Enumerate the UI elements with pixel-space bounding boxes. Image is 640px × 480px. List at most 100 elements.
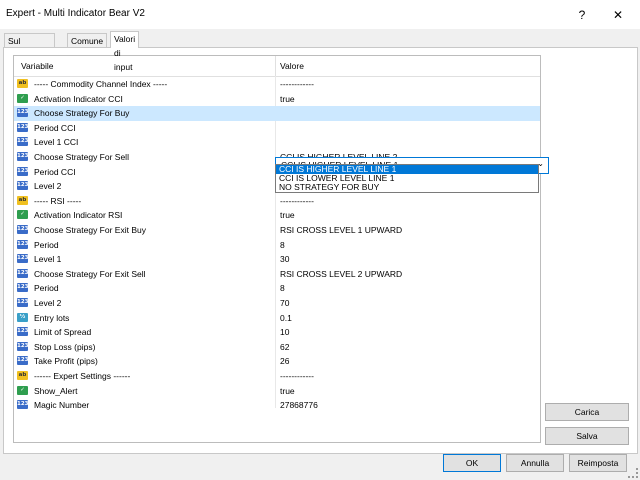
table-row[interactable]: 123 Choose Strategy For Exit Buy RSI CROSS… <box>14 223 540 238</box>
help-button[interactable]: ? <box>564 3 600 27</box>
parameter-name: Limit of Spread <box>34 327 92 338</box>
table-row[interactable]: 123 Level 1 CCI <box>14 135 540 150</box>
tab-inputs[interactable]: Valori di input <box>110 31 140 72</box>
parameter-name: Choose Strategy For Exit Buy <box>34 225 146 235</box>
parameter-name: Take Profit (pips) <box>34 356 98 367</box>
parameter-name: Level 2 <box>34 298 62 308</box>
save-button[interactable]: Salva <box>545 427 629 445</box>
table-row[interactable]: 123 Take Profit (pips) 26 <box>14 354 540 369</box>
parameter-value[interactable]: 8 <box>280 240 285 250</box>
parameter-value[interactable]: 10 <box>280 327 289 337</box>
parameter-value[interactable]: 70 <box>280 298 289 308</box>
parameter-value[interactable]: RSI CROSS LEVEL 1 UPWARD <box>280 225 402 235</box>
table-row[interactable]: ab ----- Commodity Channel Index ----- ---… <box>14 77 540 92</box>
integer-type-icon: 123 <box>17 225 29 234</box>
table-row[interactable]: ab ----- RSI ----- ------------ <box>14 194 540 209</box>
table-row[interactable]: 123 Level 2 70 <box>14 296 540 311</box>
table-row[interactable]: 123 Magic Number 27868776 <box>14 398 540 413</box>
string-type-icon: ab <box>17 371 28 380</box>
parameter-name: Period <box>34 239 59 250</box>
column-header-variable[interactable]: Variabile <box>21 61 53 71</box>
parameter-name: Show_Alert <box>34 385 78 396</box>
dropdown-option[interactable]: NO STRATEGY FOR BUY <box>276 183 538 192</box>
integer-type-icon: 123 <box>17 108 29 118</box>
integer-type-icon: 123 <box>17 166 29 176</box>
expert-dialog: Expert - Multi Indicator Bear V2 ? ✕ Sul… <box>0 0 640 480</box>
integer-type-icon: 123 <box>17 298 29 307</box>
table-header: Variabile Valore <box>14 56 540 77</box>
table-row[interactable]: ✓ Activation Indicator CCI true <box>14 92 540 107</box>
integer-type-icon: 123 <box>17 181 29 191</box>
integer-type-icon: 123 <box>17 356 29 366</box>
table-row[interactable]: 123 Choose Strategy For Exit Sell RSI CROS… <box>14 267 540 282</box>
table-row[interactable]: 123 Period CCI <box>14 121 540 136</box>
column-header-value[interactable]: Valore <box>280 61 304 71</box>
title-bar: Expert - Multi Indicator Bear V2 ? ✕ <box>0 0 640 29</box>
parameter-value[interactable]: 26 <box>280 356 289 366</box>
integer-type-icon: 123 <box>17 137 29 147</box>
parameter-name: Entry lots <box>34 312 70 323</box>
string-type-icon: ab <box>17 79 28 88</box>
parameter-name: ----- RSI ----- <box>34 195 82 206</box>
parameter-value[interactable]: 8 <box>280 283 285 293</box>
integer-type-icon: 123 <box>17 283 29 293</box>
load-button[interactable]: Carica <box>545 403 629 421</box>
parameter-name: ------ Expert Settings ------ <box>34 371 131 381</box>
table-row[interactable]: 123 Period 8 <box>14 281 540 296</box>
parameter-value[interactable]: RSI CROSS LEVEL 2 UPWARD <box>280 269 402 279</box>
parameter-name: Level 2 <box>34 181 62 192</box>
parameter-name: Level 1 <box>34 254 62 265</box>
reset-button[interactable]: Reimposta <box>569 454 627 472</box>
table-row[interactable]: ✓ Activation Indicator RSI true <box>14 208 540 223</box>
integer-type-icon: 123 <box>17 268 29 278</box>
integer-type-icon: 123 <box>17 327 29 337</box>
parameter-value[interactable]: 27868776 <box>280 400 318 410</box>
parameter-value[interactable]: 62 <box>280 342 289 352</box>
boolean-type-icon: ✓ <box>17 385 28 395</box>
parameter-value[interactable]: 30 <box>280 254 289 264</box>
table-row[interactable]: 123 Level 1 30 <box>14 252 540 267</box>
integer-type-icon: 123 <box>17 239 29 249</box>
cancel-button[interactable]: Annulla <box>506 454 564 472</box>
table-row[interactable]: 123 Choose Strategy For Buy <box>14 106 540 122</box>
parameter-value[interactable]: true <box>280 210 295 220</box>
column-divider[interactable] <box>275 56 276 76</box>
inputs-panel: Variabile Valore ab ----- Commodity Chann… <box>3 47 638 454</box>
strategy-dropdown-list: CCI IS HIGHER LEVEL LINE 1 CCI IS LOWER … <box>275 164 539 193</box>
table-row[interactable]: ✓ Show_Alert true <box>14 384 540 399</box>
parameter-name: Period CCI <box>34 122 76 133</box>
integer-type-icon: 123 <box>17 341 29 351</box>
resize-grip[interactable] <box>628 468 638 478</box>
table-row[interactable]: 123 Period 8 <box>14 238 540 253</box>
parameter-name: Period CCI <box>34 166 76 177</box>
parameter-name: ----- Commodity Channel Index ----- <box>34 79 168 89</box>
parameter-value[interactable]: true <box>280 94 295 104</box>
double-type-icon: ½ <box>17 312 28 322</box>
ok-button[interactable]: OK <box>443 454 501 472</box>
parameters-table[interactable]: Variabile Valore ab ----- Commodity Chann… <box>13 55 549 443</box>
table-row[interactable]: 123 Limit of Spread 10 <box>14 325 540 340</box>
parameter-value[interactable]: ------------ <box>280 371 314 381</box>
parameter-name: Choose Strategy For Sell <box>34 152 129 162</box>
parameter-name: Stop Loss (pips) <box>34 341 96 352</box>
table-row[interactable]: 123 Stop Loss (pips) 62 <box>14 340 540 355</box>
close-button[interactable]: ✕ <box>600 3 636 27</box>
integer-type-icon: 123 <box>17 400 29 410</box>
parameter-value[interactable]: ------------ <box>280 79 314 89</box>
tab-about[interactable]: Sul programma <box>4 33 56 60</box>
parameter-value[interactable]: 0.1 <box>280 313 292 323</box>
table-row[interactable]: ½ Entry lots 0.1 <box>14 311 540 326</box>
string-type-icon: ab <box>17 195 28 205</box>
tab-common[interactable]: Comune <box>67 33 108 48</box>
parameter-value[interactable]: ------------ <box>280 196 314 206</box>
parameter-value[interactable]: true <box>280 386 295 396</box>
integer-type-icon: 123 <box>17 122 29 132</box>
parameter-name: Period <box>34 283 59 294</box>
integer-type-icon: 123 <box>17 254 29 264</box>
window-title: Expert - Multi Indicator Bear V2 <box>6 8 145 19</box>
parameter-name: Activation Indicator CCI <box>34 93 123 104</box>
boolean-type-icon: ✓ <box>17 93 28 103</box>
parameter-name: Level 1 CCI <box>34 137 79 148</box>
parameter-name: Choose Strategy For Exit Sell <box>34 268 146 279</box>
table-row[interactable]: ab ------ Expert Settings ------ ---------… <box>14 369 540 384</box>
